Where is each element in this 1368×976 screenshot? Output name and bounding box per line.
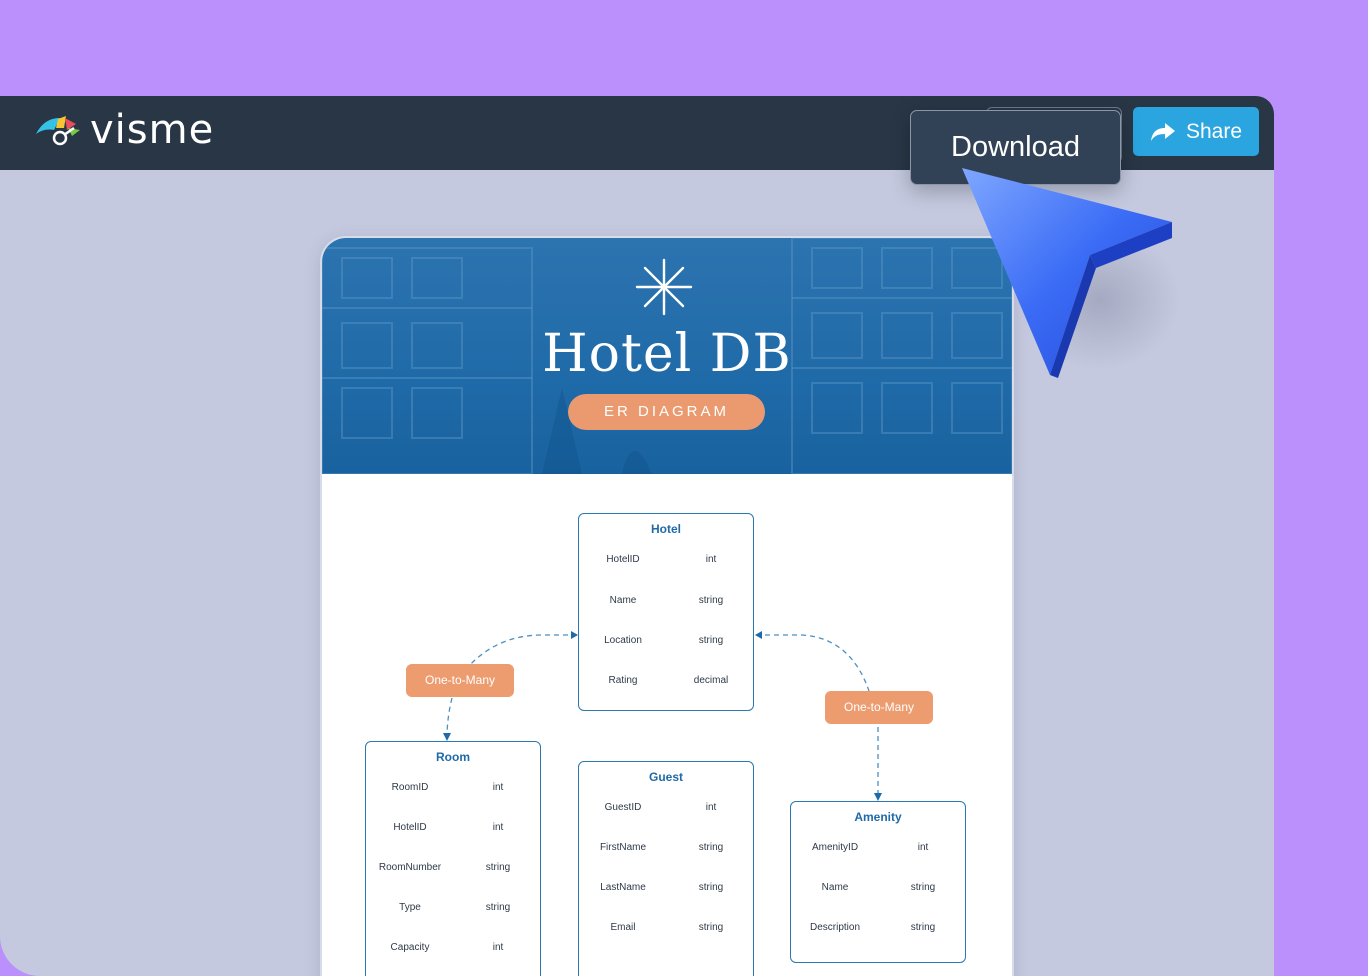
entity-field: Location string [579, 621, 753, 661]
relation-arrow-room [443, 733, 451, 741]
entity-title: Room [436, 750, 470, 764]
field-type: string [698, 595, 724, 606]
field-type: int [492, 942, 504, 953]
relation-arrow-hotel-right [755, 631, 762, 639]
relation-arrow-hotel-left [571, 631, 578, 639]
visme-logo-icon [36, 116, 80, 146]
entity-title: Guest [648, 770, 683, 784]
entity-field: AmenityID int [791, 828, 965, 868]
field-name: Description [809, 922, 861, 933]
entity-field: Name string [579, 581, 753, 621]
entity-field: FirstName string [579, 828, 753, 868]
entity-guest[interactable]: Guest GuestID int FirstName string LastN… [578, 761, 754, 976]
field-name: Name [821, 882, 849, 893]
field-name: HotelID [393, 822, 427, 833]
field-type: int [917, 842, 929, 853]
field-type: int [705, 802, 717, 813]
field-name: RoomID [391, 782, 429, 793]
entity-field: GuestID int [579, 788, 753, 828]
field-type: string [910, 882, 936, 893]
entity-field: HotelID int [579, 540, 753, 581]
visme-logo-text: visme [90, 107, 215, 153]
entity-field: RoomNumber string [366, 848, 540, 888]
pointer-cursor-icon [962, 168, 1180, 378]
entity-title: Hotel [651, 522, 681, 536]
entity-field: Capacity int [366, 928, 540, 968]
field-name: Rating [608, 675, 638, 686]
field-type: string [698, 842, 724, 853]
field-name: HotelID [606, 554, 640, 565]
field-type: string [485, 902, 511, 913]
relationship-label-hotel-amenity[interactable]: One-to-Many [825, 691, 933, 724]
background-card: visme Share Hotel DB ER DIAGRAM One-to-M… [0, 0, 1368, 976]
entity-title: Amenity [854, 810, 902, 824]
entity-field: Name string [791, 868, 965, 908]
field-name: Capacity [390, 942, 430, 953]
field-type: string [910, 922, 936, 933]
field-name: Email [610, 922, 636, 933]
entity-field: RoomID int [366, 768, 540, 808]
share-button[interactable]: Share [1133, 107, 1259, 156]
field-name: RoomNumber [378, 862, 442, 873]
field-type: int [492, 782, 504, 793]
field-name: LastName [600, 882, 646, 893]
field-type: int [492, 822, 504, 833]
field-name: Type [399, 902, 421, 913]
field-name: FirstName [599, 842, 647, 853]
entity-field: Email string [579, 908, 753, 948]
entity-field: HotelID int [366, 808, 540, 848]
document-canvas[interactable]: Hotel DB ER DIAGRAM One-to-Many One-to-M… [320, 236, 1014, 976]
field-type: string [485, 862, 511, 873]
share-arrow-icon [1150, 122, 1175, 141]
field-type: decimal [693, 675, 729, 686]
relation-arrow-amenity [874, 793, 882, 801]
field-type: string [698, 882, 724, 893]
entity-field: Description string [791, 908, 965, 948]
field-type: string [698, 635, 724, 646]
share-button-label: Share [1185, 119, 1243, 143]
field-type: int [705, 554, 717, 565]
relationship-label-hotel-room[interactable]: One-to-Many [406, 664, 514, 697]
entity-hotel[interactable]: Hotel HotelID int Name string Location s… [578, 513, 754, 711]
field-type: string [698, 922, 724, 933]
field-name: Location [604, 635, 642, 646]
entity-field: Type string [366, 888, 540, 928]
field-name: AmenityID [811, 842, 859, 853]
field-name: Name [609, 595, 637, 606]
entity-field: Rating decimal [579, 661, 753, 701]
entity-field: LastName string [579, 868, 753, 908]
field-name: GuestID [604, 802, 642, 813]
entity-room[interactable]: Room RoomID int HotelID int RoomNumber s… [365, 741, 541, 976]
entity-amenity[interactable]: Amenity AmenityID int Name string Descri… [790, 801, 966, 963]
